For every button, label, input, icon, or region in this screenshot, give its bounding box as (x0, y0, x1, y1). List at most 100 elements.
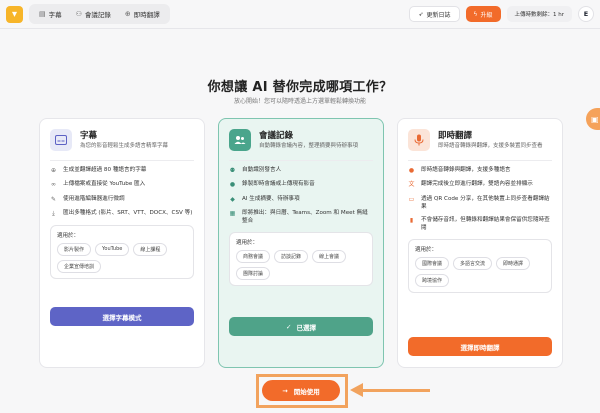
nav-meeting-label: 會議記錄 (84, 11, 111, 19)
use-cases-label: 適用於： (57, 232, 80, 239)
top-bar: ▾ ▤ 字幕 ⚇ 會議記錄 ⊕ 即時翻譯 ➶ 更新日誌 ϟ 升級 上傳時數剩餘：… (0, 0, 600, 28)
feature-text: 上傳檔案或直接從 YouTube 匯入 (63, 181, 146, 188)
card-title: 即時翻譯 (438, 131, 473, 141)
card-desc: 即時語音轉錄與翻譯，支援多裝置同步查看 (438, 143, 543, 149)
download-icon: ⤓ (52, 210, 55, 218)
microphone-icon: ● (408, 167, 415, 174)
app-logo[interactable]: ▾ (6, 5, 23, 23)
use-case-tag: YouTube (95, 242, 130, 256)
page-title: 你想讓 AI 替你完成哪項工作？ (207, 80, 393, 95)
check-icon: ✓ (286, 322, 292, 331)
select-subtitle-button[interactable]: 選擇字幕模式 (50, 307, 194, 326)
card-desc: 自動轉錄會議內容，整理摘要與待辦事項 (259, 143, 359, 149)
selected-meeting-button[interactable]: ✓ 已選擇 (229, 317, 373, 336)
devices-icon: ▭ (408, 195, 415, 203)
select-translate-button[interactable]: 選擇即時翻譯 (408, 337, 552, 356)
use-case-tag: 團隊討論 (236, 266, 271, 280)
use-cases: 適用於： 影片製作 YouTube 線上課程 企業宣傳培訓 (50, 224, 194, 279)
usage-remaining: 上傳時數剩餘：1 hr (506, 6, 572, 22)
subtitle-icon: ▤ (39, 10, 46, 18)
use-case-tag: 影片製作 (57, 242, 92, 256)
use-case-tag: 線上課程 (133, 242, 168, 256)
subtitle-icon (50, 129, 72, 151)
globe-icon: ⊕ (50, 167, 57, 174)
start-label: 開始使用 (293, 387, 320, 396)
use-cases-label: 適用於： (236, 239, 259, 246)
feature-text: 透過 QR Code 分享，在其他裝置上同步查看翻譯結果 (421, 195, 550, 210)
nav-translate-label: 即時翻譯 (133, 11, 160, 19)
microphone-icon (408, 129, 430, 151)
use-case-tag: 線上會議 (312, 249, 347, 263)
bookmark-icon: ▮ (409, 217, 414, 225)
page-subtitle: 放心開始！您可以隨時透過上方選單輕鬆轉換功能 (233, 98, 366, 105)
feature-item: ∞ 上傳檔案或直接從 YouTube 匯入 (50, 181, 194, 189)
use-case-tag: 商務會議 (236, 249, 271, 263)
divider (50, 160, 194, 161)
feature-text: 匯出多種格式 (影片、SRT、VTT、DOCX、CSV 等) (63, 210, 193, 217)
use-cases-label: 適用於： (415, 247, 438, 254)
use-case-tag: 即時通譯 (496, 257, 531, 271)
nav-meeting[interactable]: ⚇ 會議記錄 (70, 6, 117, 22)
upgrade-label: 升級 (480, 11, 493, 19)
feature-item: ◆ AI 生成摘要、待辦事項 (229, 196, 373, 204)
feature-text: AI 生成摘要、待辦事項 (242, 195, 300, 202)
feature-text: 使用進階編輯器進行微調 (63, 195, 125, 202)
feature-text: 即將推出：與日曆、Teams、Zoom 和 Meet 無縫整合 (242, 210, 368, 224)
update-log-label: 更新日誌 (426, 11, 451, 19)
use-cases: 適用於： 國際會議 多語言交流 即時通譯 跨境協作 (408, 239, 552, 294)
upgrade-button[interactable]: ϟ 升級 (465, 6, 501, 22)
card-title: 會議記錄 (259, 131, 294, 141)
card-translate[interactable]: 即時翻譯 即時語音轉錄與翻譯，支援多裝置同步查看 ● 即時語音轉錄與翻譯，支援多種… (397, 118, 563, 368)
use-case-tag: 企業宣傳培訓 (57, 259, 102, 273)
card-meeting[interactable]: 會議記錄 自動轉錄會議內容，整理摘要與待辦事項 ⚉ 自動識別發言人 ● 錄製即時會議… (218, 118, 384, 368)
feature-item: ▮ 不會儲存音訊，但轉錄和翻譯結果會保留供您隨時查閱 (408, 217, 552, 233)
gift-icon[interactable]: ▣ (586, 108, 600, 130)
divider (408, 160, 552, 161)
selected-label: 已選擇 (296, 323, 316, 332)
feature-text: 翻譯完成後立即進行翻譯，雙語內容並排顯示 (421, 181, 533, 188)
globe-icon: ⊕ (124, 10, 131, 18)
nav-translate[interactable]: ⊕ 即時翻譯 (119, 6, 166, 22)
feature-item: ● 錄製即時會議或上傳現有影音 (229, 181, 373, 189)
main-nav: ▤ 字幕 ⚇ 會議記錄 ⊕ 即時翻譯 (29, 4, 170, 24)
feature-item: ⤓ 匯出多種格式 (影片、SRT、VTT、DOCX、CSV 等) (50, 210, 194, 218)
feature-text: 自動識別發言人 (242, 167, 282, 173)
use-cases: 適用於： 商務會議 訪談記錄 線上會議 團隊討論 (229, 231, 373, 286)
rocket-icon: ➶ (418, 10, 424, 18)
nav-subtitle[interactable]: ▤ 字幕 (33, 6, 68, 22)
card-subtitle[interactable]: 字幕 為您的影音輕鬆生成多語言精準字幕 ⊕ 生成並翻譯超過 80 種語言的字幕 ∞… (39, 118, 205, 368)
card-title: 字幕 (80, 131, 98, 141)
divider (229, 160, 373, 161)
arrow-right-icon: → (282, 386, 288, 395)
pencil-icon: ✎ (50, 195, 57, 203)
feature-item: ▦ 即將推出：與日曆、Teams、Zoom 和 Meet 無縫整合 (229, 210, 373, 226)
people-icon: ⚇ (75, 10, 82, 18)
calendar-icon: ▦ (229, 210, 236, 218)
microphone-icon: ● (229, 181, 236, 189)
lightning-icon: ϟ (473, 10, 478, 18)
use-case-tag: 多語言交流 (453, 257, 493, 271)
feature-text: 即時語音轉錄與翻譯，支援多種語言 (421, 167, 511, 173)
header-divider (0, 28, 600, 29)
nav-subtitle-label: 字幕 (48, 11, 62, 19)
feature-item: ● 即時語音轉錄與翻譯，支援多種語言 (408, 167, 552, 175)
feature-text: 錄製即時會議或上傳現有影音 (242, 181, 315, 188)
people-icon (229, 129, 251, 151)
avatar[interactable]: E (578, 6, 594, 22)
feature-text: 不會儲存音訊，但轉錄和翻譯結果會保留供您隨時查閱 (421, 217, 550, 232)
feature-item: 文翻譯完成後立即進行翻譯，雙語內容並排顯示 (408, 181, 552, 189)
pointer-arrow-shaft (362, 389, 430, 392)
feature-item: ⊕ 生成並翻譯超過 80 種語言的字幕 (50, 167, 194, 175)
use-case-tag: 國際會議 (415, 257, 450, 271)
feature-item: ⚉ 自動識別發言人 (229, 167, 373, 175)
card-desc: 為您的影音輕鬆生成多語言精準字幕 (80, 143, 169, 149)
translate-icon: 文 (408, 181, 415, 189)
link-icon: ∞ (51, 181, 56, 189)
user-icon: ⚉ (229, 167, 236, 174)
use-case-tag: 跨境協作 (415, 274, 450, 288)
sparkle-icon: ◆ (230, 195, 235, 203)
use-case-tag: 訪談記錄 (274, 249, 309, 263)
feature-item: ✎ 使用進階編輯器進行微調 (50, 196, 194, 204)
update-log-button[interactable]: ➶ 更新日誌 (409, 6, 460, 22)
start-button[interactable]: → 開始使用 (262, 380, 340, 401)
